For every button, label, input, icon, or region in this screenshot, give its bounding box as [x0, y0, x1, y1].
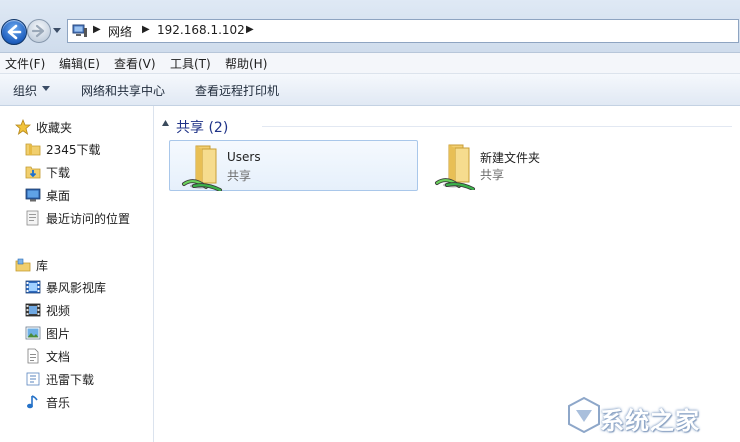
sidebar-item-downloads[interactable]: 下载: [0, 162, 150, 182]
sidebar-libraries-label: 库: [36, 259, 49, 273]
menu-file[interactable]: 文件(F): [5, 55, 45, 72]
group-divider: [262, 126, 732, 127]
folder-icon: [25, 143, 41, 156]
sidebar-item-label: 桌面: [46, 189, 71, 203]
content-pane: 共享 (2) Users 共享 新建文件夹 共享: [154, 106, 740, 442]
breadcrumb-separator-icon[interactable]: ▶: [142, 24, 150, 35]
shared-folder-icon: [435, 144, 475, 190]
sidebar-favorites[interactable]: 收藏夹: [0, 117, 150, 137]
network-computer-icon: [72, 24, 87, 37]
shared-folder-icon: [182, 145, 222, 191]
watermark: 系统之家: [566, 396, 736, 436]
back-arrow-icon: [7, 24, 22, 40]
video-library-icon: [25, 280, 41, 294]
address-toolbar: ▶ 网络 ▶ 192.168.1.102 ▶: [0, 0, 740, 53]
recent-places-icon: [26, 210, 39, 226]
sidebar-item-recent-places[interactable]: 最近访问的位置: [0, 208, 150, 228]
breadcrumb-network[interactable]: 网络: [108, 23, 132, 40]
sidebar-item-baofeng-library[interactable]: 暴风影视库: [0, 277, 150, 297]
sidebar-favorites-label: 收藏夹: [36, 121, 73, 135]
sidebar-item-label: 音乐: [46, 396, 71, 410]
sidebar-item-label: 暴风影视库: [46, 281, 107, 295]
recent-pages-dropdown-icon[interactable]: [52, 27, 62, 35]
menu-view[interactable]: 查看(V): [114, 55, 156, 72]
thunder-download-icon: [26, 372, 40, 386]
sidebar-item-label: 迅雷下载: [46, 373, 95, 387]
menu-edit[interactable]: 编辑(E): [59, 55, 100, 72]
download-folder-icon: [25, 166, 41, 179]
menu-help[interactable]: 帮助(H): [225, 55, 267, 72]
watermark-logo-icon: [568, 396, 600, 434]
forward-button[interactable]: [27, 19, 51, 43]
share-type: 共享: [480, 168, 505, 182]
collapse-group-icon[interactable]: [162, 120, 169, 126]
share-item-users[interactable]: Users 共享: [169, 140, 418, 191]
sidebar-item-label: 下载: [46, 166, 71, 180]
organize-dropdown-icon[interactable]: [42, 86, 50, 91]
sidebar-item-label: 图片: [46, 327, 71, 341]
menu-bar: 文件(F) 编辑(E) 查看(V) 工具(T) 帮助(H): [0, 53, 740, 74]
share-name: Users: [227, 150, 261, 164]
sidebar-item-desktop[interactable]: 桌面: [0, 185, 150, 205]
group-header-shares[interactable]: 共享 (2): [176, 117, 228, 137]
share-item-new-folder[interactable]: 新建文件夹 共享: [423, 140, 672, 191]
sidebar-libraries[interactable]: 库: [0, 255, 150, 275]
music-icon: [27, 395, 38, 409]
library-icon: [15, 258, 31, 272]
address-bar[interactable]: ▶ 网络 ▶ 192.168.1.102 ▶: [67, 19, 739, 43]
view-remote-printers-button[interactable]: 查看远程打印机: [195, 82, 279, 99]
sidebar-item-videos[interactable]: 视频: [0, 300, 150, 320]
breadcrumb-host[interactable]: 192.168.1.102: [157, 23, 245, 37]
back-button[interactable]: [1, 19, 27, 45]
desktop-icon: [25, 188, 41, 202]
sidebar-item-label: 2345下载: [46, 143, 101, 157]
sidebar-item-label: 视频: [46, 304, 71, 318]
watermark-text: 系统之家: [600, 407, 700, 435]
sidebar-item-pictures[interactable]: 图片: [0, 323, 150, 343]
video-icon: [25, 303, 41, 317]
sidebar-item-documents[interactable]: 文档: [0, 346, 150, 366]
sidebar-item-label: 文档: [46, 350, 71, 364]
picture-icon: [25, 326, 41, 340]
star-icon: [15, 119, 31, 135]
sidebar-item-music[interactable]: 音乐: [0, 392, 150, 412]
breadcrumb-separator-icon[interactable]: ▶: [246, 24, 254, 35]
organize-button[interactable]: 组织: [13, 82, 37, 99]
share-type: 共享: [227, 169, 252, 183]
breadcrumb-separator-icon[interactable]: ▶: [93, 24, 101, 35]
share-name: 新建文件夹: [480, 151, 541, 165]
sidebar-item-label: 最近访问的位置: [46, 212, 131, 226]
document-icon: [27, 348, 39, 364]
network-sharing-center-button[interactable]: 网络和共享中心: [81, 82, 165, 99]
sidebar-item-thunder-download[interactable]: 迅雷下载: [0, 369, 150, 389]
menu-tools[interactable]: 工具(T): [170, 55, 211, 72]
command-bar: 组织 网络和共享中心 查看远程打印机: [0, 74, 740, 106]
forward-arrow-icon: [31, 24, 45, 38]
navigation-pane: 收藏夹 2345下载 下载 桌面 最近访问的位置 库 暴风影视库 视频 图片 文…: [0, 106, 154, 442]
sidebar-item-2345-download[interactable]: 2345下载: [0, 139, 150, 159]
